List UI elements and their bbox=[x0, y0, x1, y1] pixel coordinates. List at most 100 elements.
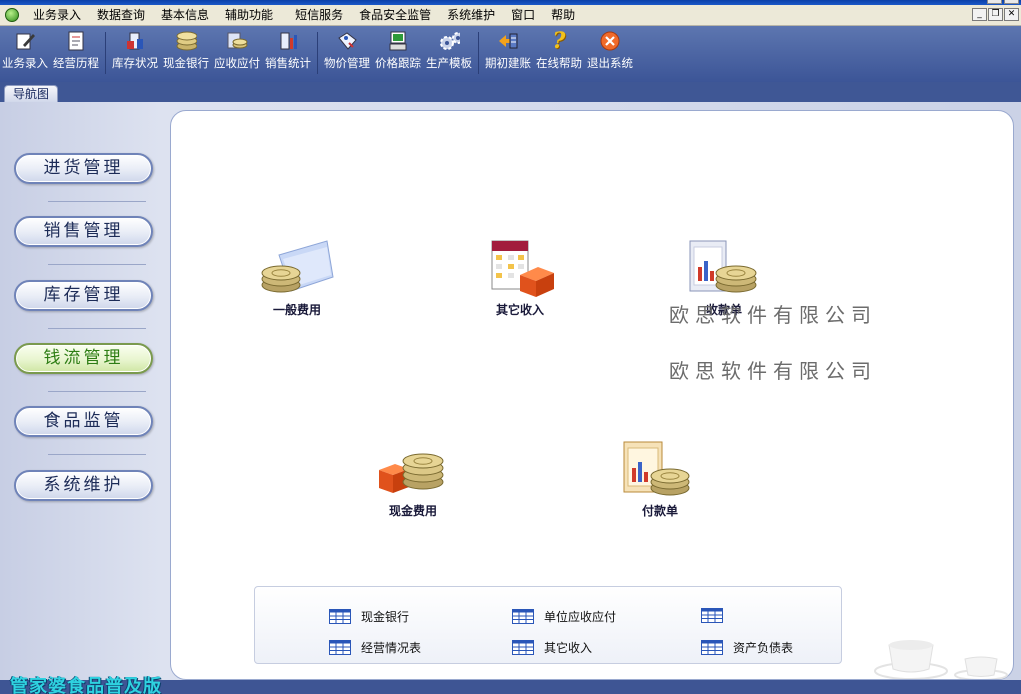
coins-icon bbox=[175, 30, 197, 52]
cash-expense-button[interactable]: 现金费用 bbox=[373, 438, 453, 519]
menu-aux-functions[interactable]: 辅助功能 bbox=[217, 5, 281, 25]
report-shortcuts-panel: 现金银行 单位应收应付 经营情况表 其它收入 资产负债表 bbox=[254, 586, 842, 664]
table-icon bbox=[329, 640, 351, 655]
report-unit-ar-ap[interactable]: 单位应收应付 bbox=[512, 608, 616, 625]
report-label: 其它收入 bbox=[544, 641, 593, 655]
menu-help[interactable]: 帮助 bbox=[543, 5, 583, 25]
sidebar-item-sales-management[interactable]: 销售管理 bbox=[14, 216, 153, 247]
toolbar-online-help-button[interactable]: ? 在线帮助 bbox=[536, 26, 582, 71]
toolbar-label: 生产模板 bbox=[426, 56, 472, 70]
receipt-chart-coins-icon bbox=[684, 237, 764, 299]
mdi-restore-button[interactable]: ❐ bbox=[988, 8, 1003, 21]
other-income-button[interactable]: 其它收入 bbox=[480, 237, 560, 318]
report-business-status[interactable]: 经营情况表 bbox=[329, 639, 421, 656]
question-mark-icon: ? bbox=[552, 28, 566, 54]
toolbar-separator bbox=[478, 32, 479, 74]
sidebar-item-food-supervision[interactable]: 食品监管 bbox=[14, 406, 153, 437]
box-coins-icon bbox=[373, 438, 453, 500]
menu-window[interactable]: 窗口 bbox=[503, 5, 543, 25]
toolbar-label: 在线帮助 bbox=[536, 56, 582, 70]
general-expense-button[interactable]: 一般费用 bbox=[257, 237, 337, 318]
watermark-text: 欧思软件有限公司 bbox=[669, 359, 877, 383]
toolbar-label: 销售统计 bbox=[265, 56, 311, 70]
toolbar-exit-button[interactable]: 退出系统 bbox=[587, 26, 633, 71]
coins-document-icon bbox=[257, 237, 337, 299]
toolbar-separator bbox=[105, 32, 106, 74]
report-other-income[interactable]: 其它收入 bbox=[512, 639, 592, 656]
toolbar-opening-accounts-button[interactable]: 期初建账 bbox=[485, 26, 531, 71]
report-label: 单位应收应付 bbox=[544, 610, 617, 624]
calendar-box-icon bbox=[480, 237, 560, 299]
sidebar-item-system-maintenance[interactable]: 系统维护 bbox=[14, 470, 153, 501]
bar-chart-icon bbox=[277, 30, 299, 52]
menu-bar: 业务录入 数据查询 基本信息 辅助功能 短信服务 食品安全监管 系统维护 窗口 … bbox=[0, 5, 1021, 26]
payment-chart-coins-icon bbox=[620, 438, 700, 500]
toolbar-history-button[interactable]: 经营历程 bbox=[53, 26, 99, 71]
toolbar-ar-ap-button[interactable]: 应收应付 bbox=[214, 26, 260, 71]
sidebar-item-inventory-management[interactable]: 库存管理 bbox=[14, 280, 153, 311]
coffee-cups-decoration bbox=[874, 640, 1008, 679]
toolbar-label: 库存状况 bbox=[112, 56, 158, 70]
toolbar-sales-stats-button[interactable]: 销售统计 bbox=[265, 26, 311, 71]
toolbar-separator bbox=[317, 32, 318, 74]
toolbar-label: 应收应付 bbox=[214, 56, 260, 70]
payment-button[interactable]: 付款单 bbox=[620, 438, 700, 519]
toolbar: 业务录入 经营历程 库存状况 现金银行 应收应付 销售统计 物价管理 价格跟踪 … bbox=[0, 26, 1021, 82]
menu-basic-info[interactable]: 基本信息 bbox=[153, 5, 217, 25]
tab-strip: 导航图 bbox=[0, 82, 1021, 103]
sidebar-divider bbox=[48, 264, 146, 265]
exit-icon bbox=[599, 30, 621, 52]
toolbar-label: 退出系统 bbox=[587, 56, 633, 70]
sidebar-divider bbox=[48, 391, 146, 392]
mdi-close-button[interactable]: ✕ bbox=[1004, 8, 1019, 21]
cash-expense-label: 现金费用 bbox=[388, 504, 437, 518]
gears-icon bbox=[438, 30, 460, 52]
toolbar-label: 期初建账 bbox=[485, 56, 531, 70]
toolbar-business-entry-button[interactable]: 业务录入 bbox=[2, 26, 48, 71]
menu-data-query[interactable]: 数据查询 bbox=[89, 5, 153, 25]
mdi-window-controls: _ ❐ ✕ bbox=[972, 8, 1019, 21]
report-label: 资产负债表 bbox=[733, 641, 794, 655]
toolbar-label: 物价管理 bbox=[324, 56, 370, 70]
table-icon bbox=[329, 609, 351, 624]
price-tag-icon bbox=[336, 30, 358, 52]
sidebar-divider bbox=[48, 201, 146, 202]
menu-sms-service[interactable]: 短信服务 bbox=[287, 5, 351, 25]
content-panel: 一般费用 其它收入 收款单 欧思软件有限公司 欧思软件有限公司 现金费用 付款单… bbox=[170, 110, 1014, 680]
toolbar-label: 业务录入 bbox=[2, 56, 48, 70]
toolbar-production-template-button[interactable]: 生产模板 bbox=[426, 26, 472, 71]
sidebar-item-cash-flow-management[interactable]: 钱流管理 bbox=[14, 343, 153, 374]
opening-ledger-icon bbox=[497, 30, 519, 52]
product-brand-logo: 管家婆食品普及版 bbox=[10, 676, 162, 694]
document-icon bbox=[65, 30, 87, 52]
table-icon bbox=[512, 609, 534, 624]
toolbar-inventory-button[interactable]: 库存状况 bbox=[112, 26, 158, 71]
mdi-minimize-button[interactable]: _ bbox=[972, 8, 987, 21]
sidebar-divider bbox=[48, 454, 146, 455]
report-balance-sheet[interactable]: 资产负债表 bbox=[701, 639, 793, 656]
maximize-button[interactable] bbox=[1004, 0, 1019, 4]
toolbar-price-tracking-button[interactable]: 价格跟踪 bbox=[375, 26, 421, 71]
minimize-button[interactable] bbox=[987, 0, 1002, 4]
menu-system-maintenance[interactable]: 系统维护 bbox=[439, 5, 503, 25]
sidebar-divider bbox=[48, 328, 146, 329]
report-label: 现金银行 bbox=[361, 610, 410, 624]
report-cash-bank[interactable]: 现金银行 bbox=[329, 608, 409, 625]
toolbar-price-management-button[interactable]: 物价管理 bbox=[324, 26, 370, 71]
tab-navigation-map[interactable]: 导航图 bbox=[4, 85, 59, 103]
sidebar-item-purchase-management[interactable]: 进货管理 bbox=[14, 153, 153, 184]
general-expense-label: 一般费用 bbox=[272, 303, 321, 317]
menu-business-entry[interactable]: 业务录入 bbox=[25, 5, 89, 25]
price-monitor-icon bbox=[387, 30, 409, 52]
menu-food-safety[interactable]: 食品安全监管 bbox=[351, 5, 439, 25]
title-buttons bbox=[987, 0, 1019, 4]
toolbar-label: 经营历程 bbox=[53, 56, 99, 70]
report-unlabeled[interactable] bbox=[701, 608, 733, 623]
toolbar-label: 价格跟踪 bbox=[375, 56, 421, 70]
toolbar-cash-bank-button[interactable]: 现金银行 bbox=[163, 26, 209, 71]
table-icon bbox=[701, 608, 723, 623]
coin-card-icon bbox=[226, 30, 248, 52]
table-icon bbox=[701, 640, 723, 655]
app-icon[interactable] bbox=[5, 8, 19, 22]
payment-label: 付款单 bbox=[641, 504, 678, 518]
